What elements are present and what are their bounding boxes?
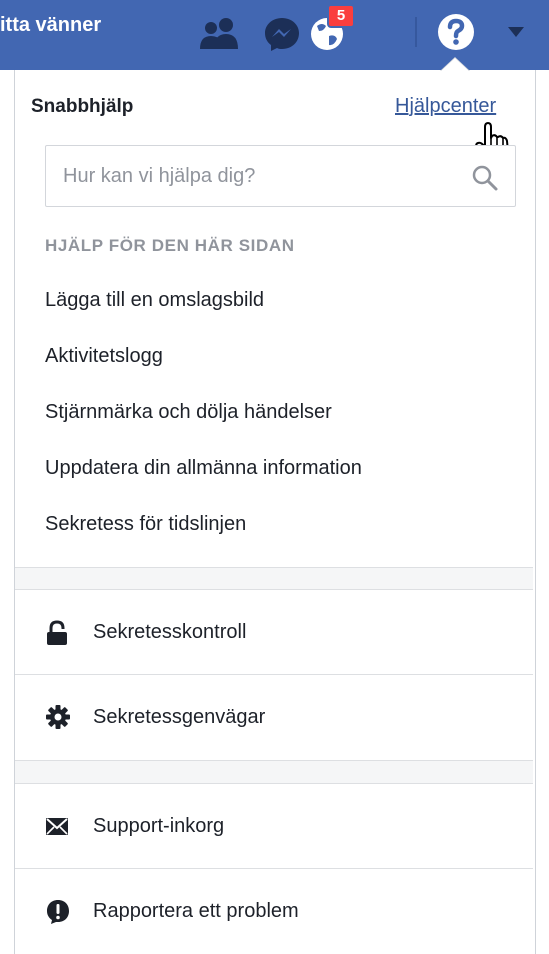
privacy-shortcuts-label: Sekretessgenvägar	[93, 706, 266, 728]
dropdown-caret	[441, 58, 469, 71]
envelope-icon	[46, 818, 68, 835]
privacy-shortcuts-item[interactable]: Sekretessgenvägar	[15, 675, 533, 759]
find-friends-link[interactable]: itta vänner	[0, 14, 101, 37]
help-search-input[interactable]	[46, 146, 463, 206]
notifications-badge: 5	[327, 4, 355, 28]
help-center-link[interactable]: Hjälpcenter	[395, 95, 496, 118]
search-icon[interactable]	[471, 164, 499, 192]
topbar-divider	[415, 17, 417, 47]
help-item-activity-log[interactable]: Aktivitetslogg	[45, 345, 163, 368]
dropdown-title: Snabbhjälp	[31, 96, 134, 117]
messenger-icon[interactable]	[264, 16, 300, 52]
section-separator	[15, 760, 533, 784]
help-item-timeline-privacy[interactable]: Sekretess för tidslinjen	[45, 513, 246, 536]
friends-icon[interactable]	[198, 17, 242, 51]
report-problem-label: Rapportera ett problem	[93, 900, 299, 922]
support-inbox-item[interactable]: Support-inkorg	[15, 784, 533, 868]
alert-icon	[47, 900, 69, 924]
help-item-update-basic-info[interactable]: Uppdatera din allmänna information	[45, 457, 362, 480]
gear-icon	[46, 705, 70, 729]
support-inbox-label: Support-inkorg	[93, 815, 225, 837]
section-separator	[15, 567, 533, 590]
report-problem-item[interactable]: Rapportera ett problem	[15, 869, 533, 953]
help-item-star-hide-posts[interactable]: Stjärnmärka och dölja händelser	[45, 401, 332, 424]
help-section-header: HJÄLP FÖR DEN HÄR SIDAN	[45, 236, 295, 255]
lock-icon	[47, 620, 67, 645]
caret-down-icon[interactable]	[507, 26, 525, 38]
privacy-checkup-item[interactable]: Sekretesskontroll	[15, 590, 533, 674]
help-item-cover-photo[interactable]: Lägga till en omslagsbild	[45, 289, 264, 312]
privacy-checkup-label: Sekretesskontroll	[93, 621, 247, 643]
help-icon[interactable]	[437, 13, 475, 51]
help-search-box	[45, 145, 516, 207]
